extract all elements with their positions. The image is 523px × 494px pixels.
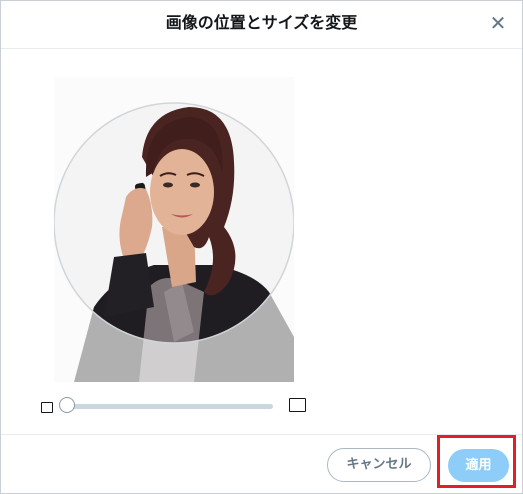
cancel-button[interactable]: キャンセル (327, 448, 431, 482)
zoom-slider-track[interactable] (67, 404, 273, 409)
close-icon[interactable]: ✕ (488, 13, 508, 33)
apply-button[interactable]: 適用 (448, 449, 509, 482)
profile-photo (54, 77, 294, 382)
image-crop-area[interactable] (54, 77, 294, 382)
zoom-slider-thumb[interactable] (59, 397, 75, 413)
crop-dialog: 画像の位置とサイズを変更 ✕ キャンセル 適用 (0, 0, 523, 494)
small-image-icon (41, 402, 53, 413)
dialog-header: 画像の位置とサイズを変更 ✕ (1, 1, 522, 49)
dialog-footer: キャンセル 適用 (1, 434, 522, 494)
large-image-icon (289, 398, 306, 412)
zoom-slider-row (39, 396, 309, 416)
dialog-title: 画像の位置とサイズを変更 (165, 13, 358, 32)
